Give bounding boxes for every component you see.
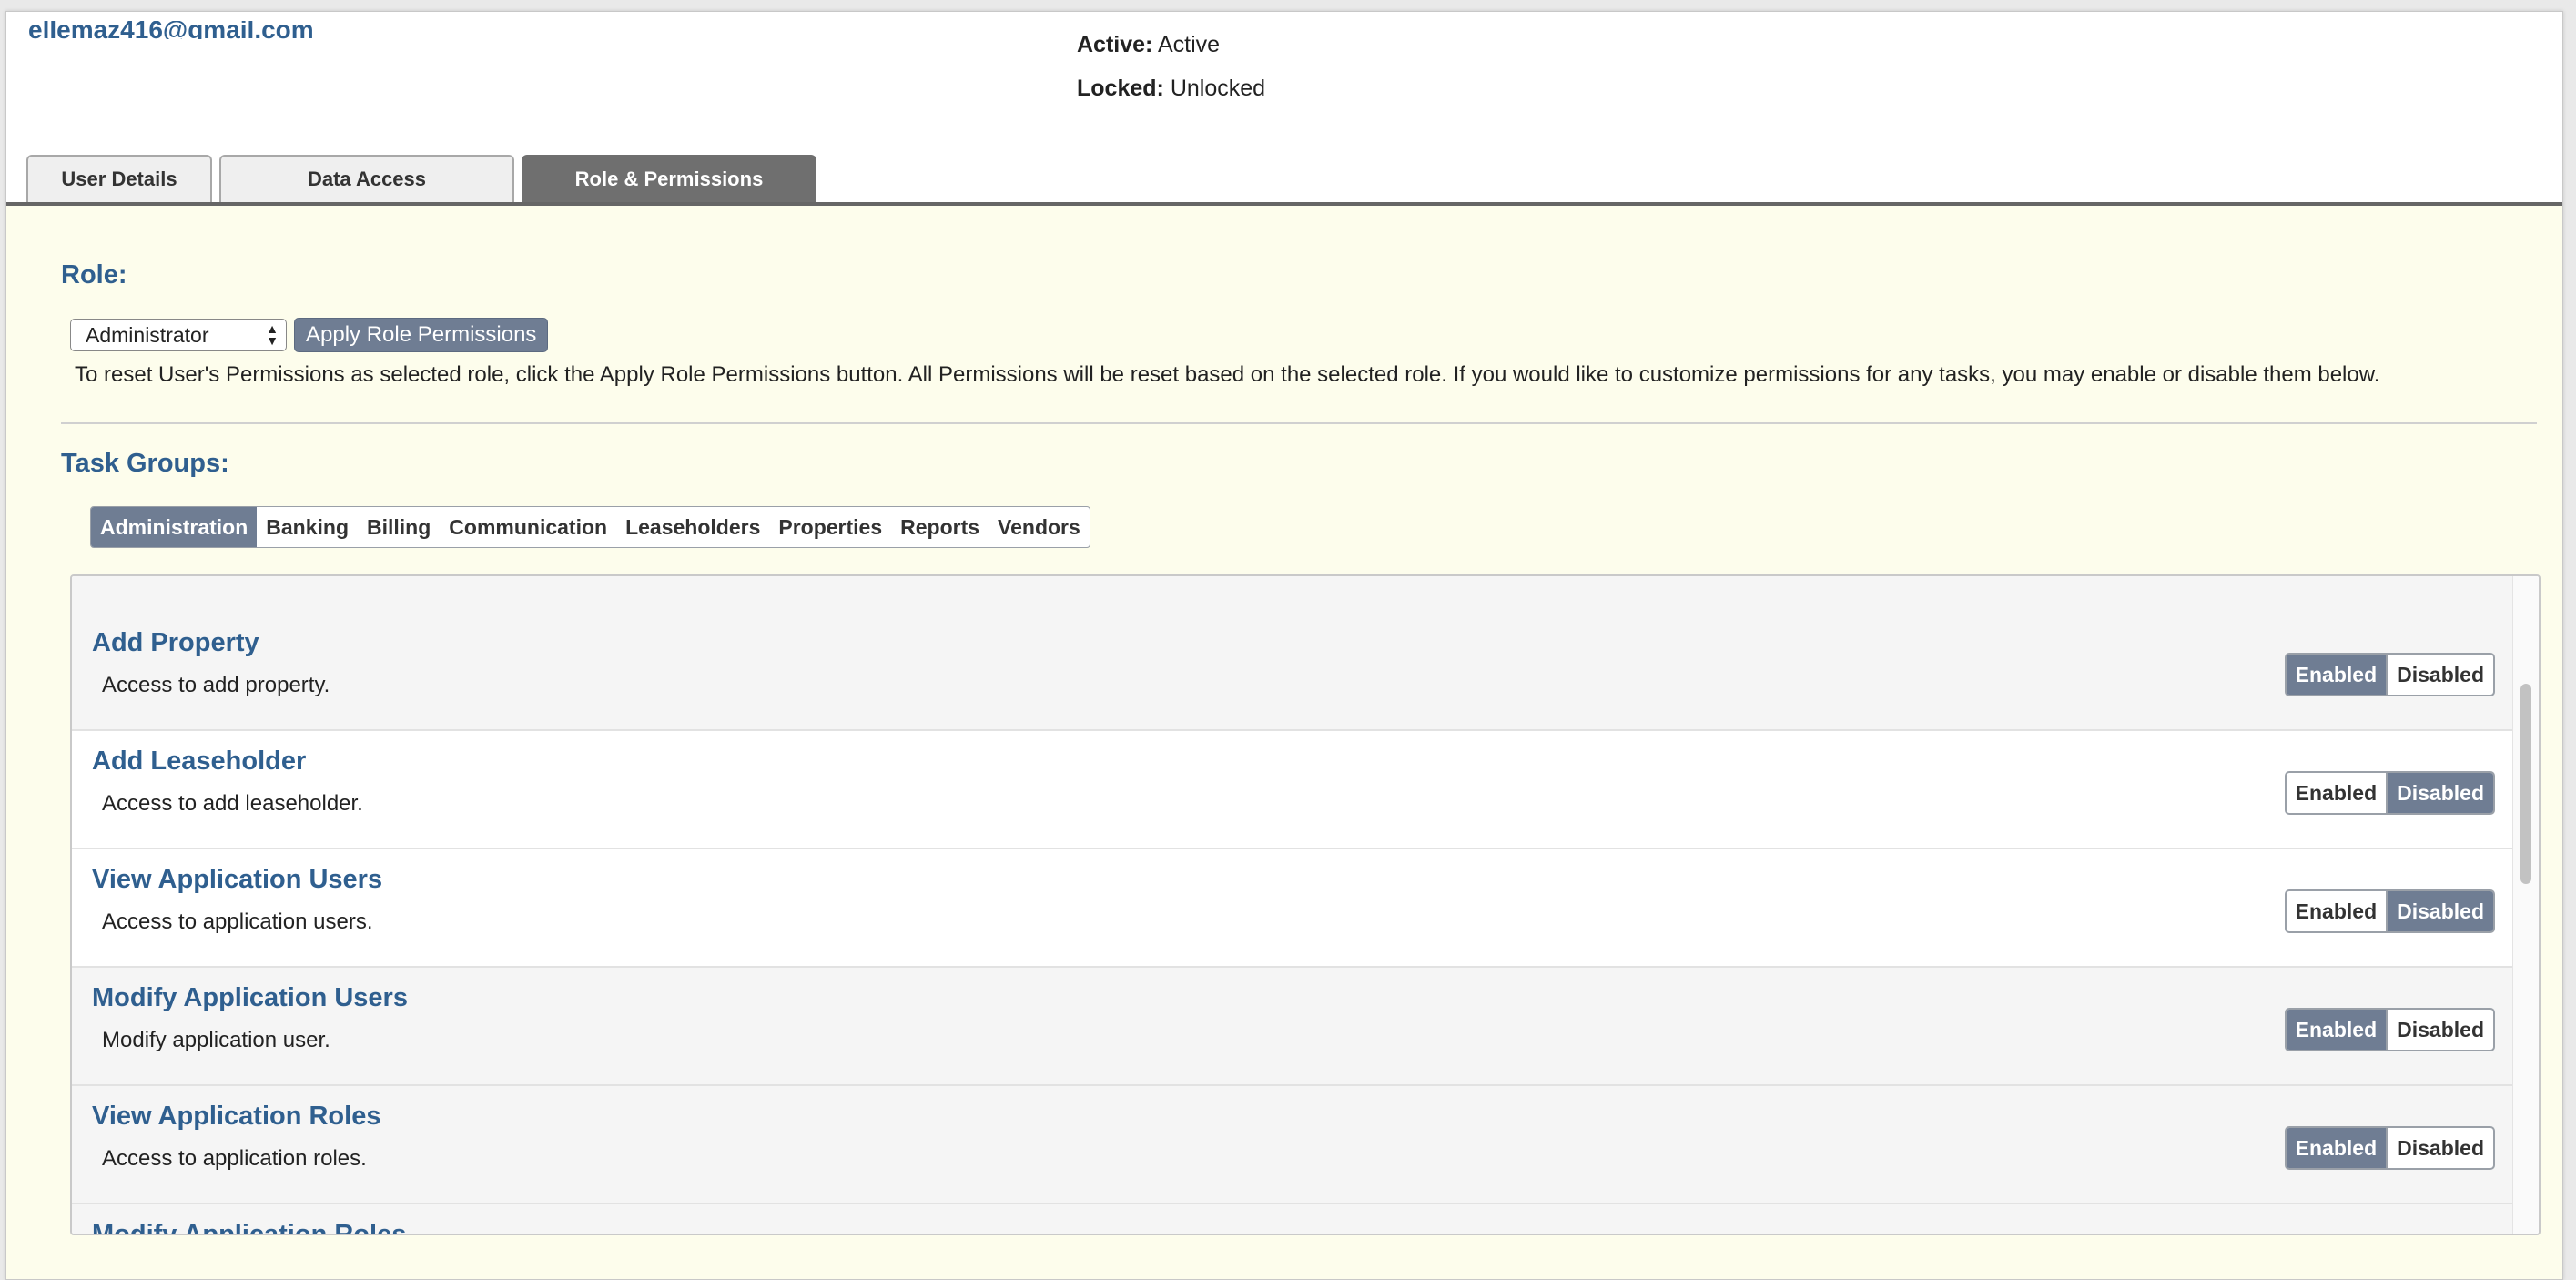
enabled-option[interactable]: Enabled bbox=[2286, 1128, 2387, 1168]
scrollbar-thumb[interactable] bbox=[2520, 684, 2531, 884]
locked-label: Locked: bbox=[1077, 76, 1164, 101]
task-description: Modify application user. bbox=[102, 1028, 330, 1052]
disabled-option[interactable]: Disabled bbox=[2388, 773, 2493, 813]
task-row: Modify Application Roles bbox=[72, 1204, 2513, 1234]
role-permissions-panel: Role: Administrator ▲ ▼ Apply Role Permis… bbox=[6, 206, 2562, 1279]
disabled-option[interactable]: Disabled bbox=[2388, 1128, 2493, 1168]
task-row-partial-top bbox=[72, 576, 2513, 615]
task-title: View Application Users bbox=[92, 865, 383, 894]
disabled-option[interactable]: Disabled bbox=[2388, 1010, 2493, 1050]
locked-status: Locked: Unlocked bbox=[1077, 76, 1265, 102]
role-select-value: Administrator bbox=[86, 322, 209, 347]
group-tab-billing[interactable]: Billing bbox=[358, 507, 440, 547]
user-email: ellemaz416@gmail.com bbox=[28, 21, 314, 39]
role-help-text: To reset User's Permissions as selected … bbox=[75, 362, 2380, 387]
task-title: View Application Roles bbox=[92, 1102, 381, 1131]
permission-toggle: Enabled Disabled bbox=[2284, 653, 2495, 696]
task-description: Access to add property. bbox=[102, 673, 330, 697]
enabled-option[interactable]: Enabled bbox=[2286, 655, 2387, 695]
task-row: View Application Roles Access to applica… bbox=[72, 1086, 2513, 1204]
permission-toggle: Enabled Disabled bbox=[2284, 889, 2495, 933]
role-select[interactable]: Administrator ▲ ▼ bbox=[70, 319, 287, 351]
group-tab-vendors[interactable]: Vendors bbox=[989, 507, 1090, 547]
active-label: Active: bbox=[1077, 32, 1153, 57]
user-tabs: User Details Data Access Role & Permissi… bbox=[26, 155, 816, 202]
task-row: Modify Application Users Modify applicat… bbox=[72, 968, 2513, 1086]
active-value: Active bbox=[1157, 32, 1221, 57]
group-tab-properties[interactable]: Properties bbox=[769, 507, 891, 547]
group-tab-reports[interactable]: Reports bbox=[891, 507, 989, 547]
user-header: ellemaz416@gmail.com Active: Active Lock… bbox=[6, 12, 2562, 207]
enabled-option[interactable]: Enabled bbox=[2287, 891, 2386, 931]
task-list: Add Property Access to add property. Ena… bbox=[72, 576, 2513, 1234]
active-status: Active: Active bbox=[1077, 32, 1220, 58]
task-list-scrollbar[interactable] bbox=[2512, 576, 2539, 1234]
disabled-option[interactable]: Disabled bbox=[2388, 655, 2493, 695]
locked-value: Unlocked bbox=[1170, 76, 1266, 101]
tab-user-details[interactable]: User Details bbox=[26, 155, 212, 202]
section-divider bbox=[61, 422, 2537, 424]
tab-data-access[interactable]: Data Access bbox=[219, 155, 514, 202]
group-tab-communication[interactable]: Communication bbox=[440, 507, 616, 547]
role-title: Role: bbox=[61, 260, 127, 290]
permission-toggle: Enabled Disabled bbox=[2284, 1008, 2495, 1051]
task-description: Access to application roles. bbox=[102, 1146, 367, 1171]
task-description: Access to application users. bbox=[102, 909, 373, 934]
group-tab-administration[interactable]: Administration bbox=[91, 507, 258, 547]
role-controls: Administrator ▲ ▼ Apply Role Permissions bbox=[70, 318, 549, 352]
group-tab-leaseholders[interactable]: Leaseholders bbox=[616, 507, 769, 547]
permission-toggle: Enabled Disabled bbox=[2284, 771, 2495, 815]
tab-role-permissions[interactable]: Role & Permissions bbox=[522, 155, 816, 202]
task-group-tabs: Administration Banking Billing Communica… bbox=[90, 506, 1090, 548]
disabled-option[interactable]: Disabled bbox=[2388, 891, 2493, 931]
task-list-panel: Add Property Access to add property. Ena… bbox=[70, 574, 2541, 1235]
apply-role-permissions-button[interactable]: Apply Role Permissions bbox=[294, 318, 549, 352]
select-arrows-icon: ▲ ▼ bbox=[266, 321, 279, 348]
task-title: Add Property bbox=[92, 628, 259, 657]
permission-toggle: Enabled Disabled bbox=[2284, 1126, 2495, 1170]
group-tab-banking[interactable]: Banking bbox=[257, 507, 358, 547]
task-row: View Application Users Access to applica… bbox=[72, 849, 2513, 968]
app-window: ellemaz416@gmail.com Active: Active Lock… bbox=[5, 11, 2563, 1280]
task-description: Access to add leaseholder. bbox=[102, 791, 363, 816]
task-row: Add Property Access to add property. Ena… bbox=[72, 613, 2513, 731]
task-title: Modify Application Roles bbox=[92, 1220, 406, 1234]
enabled-option[interactable]: Enabled bbox=[2286, 1010, 2387, 1050]
task-row: Add Leaseholder Access to add leaseholde… bbox=[72, 731, 2513, 849]
enabled-option[interactable]: Enabled bbox=[2287, 773, 2386, 813]
task-groups-title: Task Groups: bbox=[61, 449, 229, 478]
task-title: Modify Application Users bbox=[92, 983, 408, 1012]
task-title: Add Leaseholder bbox=[92, 747, 307, 776]
